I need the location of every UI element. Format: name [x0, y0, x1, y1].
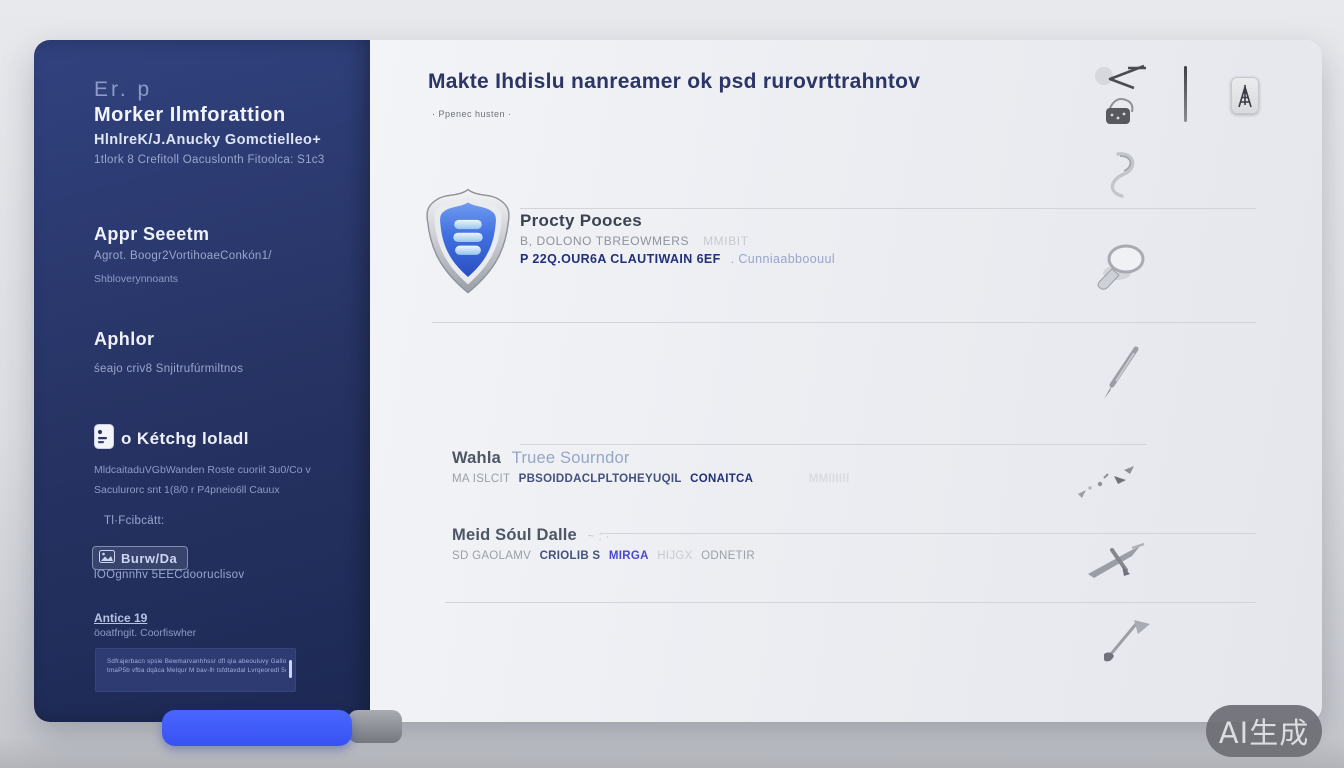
sidebar-section-ketch: o Kétchg loladl — [94, 424, 249, 454]
row2-sub-c: CONAITCA — [690, 473, 753, 485]
ketch-line1: MldcaitaduVGbWanden Roste cuoriit 3u0/Co… — [94, 464, 311, 476]
card1-line2-faint: MMIBIT — [703, 234, 749, 248]
satchel-icon[interactable] — [1102, 94, 1140, 133]
row2-title-light: Truee Sourndor — [512, 449, 630, 467]
card1-line3-strong: P 22Q.OUR6A CLAUTIWAIN 6EF — [520, 252, 721, 266]
ketch-line2: Saculurorc snt 1(8/0 r P4pneio6ll Cauux — [94, 484, 280, 496]
app-system-line2: Shbloverynnoants — [94, 273, 178, 285]
notice-scrollbar[interactable] — [289, 660, 292, 678]
row2-sub-a: MA ISLCIT — [452, 473, 510, 485]
ketch-heading: o Kétchg loladl — [121, 429, 249, 449]
antice-caption: öoatfngit. Coorfiswher — [94, 627, 196, 639]
antice-link[interactable]: Antice 19 — [94, 611, 147, 625]
tools-icon[interactable] — [1082, 536, 1152, 589]
row2-sub-b: PBSOIDDACLPLTOHEYUQIL — [519, 473, 682, 485]
row3-sub-b: CRIOLIB S — [540, 550, 601, 562]
burw-badge-label: Burw/Da — [121, 551, 177, 566]
row2-title: Wahla Truee Sourndor — [452, 449, 630, 468]
row3-sub-c: MIRGA — [609, 550, 649, 562]
row3-subline: SD GAOLAMV CRIOLIB S MIRGA HIJGX ODNETIR — [452, 550, 755, 562]
swirl-icon — [1096, 150, 1144, 205]
document-icon — [94, 424, 114, 454]
card1-line2: B, DOLONO TBREOWMERS MMIBIT — [520, 234, 749, 248]
row3-title: Meid Sóul Dalle ~ : · — [452, 526, 610, 545]
card1-line3-light: . Cunniaabboouul — [731, 252, 835, 266]
card1-title: Procty Pooces — [520, 211, 642, 231]
page-subtitle: · Ppenec husten · — [432, 109, 512, 119]
app-window: Er. p Morker Ilmforattion HlnlreK/J.Anuc… — [34, 40, 1322, 722]
scatter-icon — [1070, 462, 1142, 517]
sidebar-tagline: 1tlork 8 Crefitoll Oacuslonth Fitoolca: … — [94, 154, 325, 166]
card1-top-divider — [520, 208, 1256, 209]
divider-bar — [1184, 66, 1187, 122]
burw-badge-button[interactable]: Burw/Da — [92, 546, 188, 570]
notice-line: tmaP5b vfba dqâca Melqur M bav-lh tsfdta… — [107, 667, 286, 676]
pen-icon[interactable] — [1096, 345, 1144, 408]
card1-line3: P 22Q.OUR6A CLAUTIWAIN 6EF . Cunniaabboo… — [520, 252, 835, 266]
image-icon — [99, 550, 115, 566]
row3-title-suffix: ~ : · — [588, 529, 610, 543]
notice-line: Sdfrajerbacn spsle Bewmarvanhhssr dfl qi… — [107, 658, 286, 667]
ketch-line3: Tl·Fcibcätt: — [104, 515, 164, 527]
sidebar-section-app-system: Appr Seeetm — [94, 224, 209, 245]
primary-action-button[interactable] — [162, 710, 352, 746]
row2-subline: MA ISLCIT PBSOIDDACLPLTOHEYUQIL CONAITCA… — [452, 473, 849, 485]
magnifier-icon[interactable] — [1092, 243, 1150, 304]
sidebar-section-aphlor: Aphlor — [94, 329, 154, 350]
aphlor-line1: śeajo criv8 Snjitrufúrmiltnos — [94, 363, 243, 375]
row3-title-main: Meid Sóul Dalle — [452, 526, 577, 544]
row2-top-divider — [520, 444, 1147, 445]
tower-badge-icon[interactable] — [1231, 77, 1259, 114]
section-divider-1 — [432, 322, 1256, 323]
section-divider-3 — [445, 602, 1256, 603]
notice-box: Sdfrajerbacn spsle Bewmarvanhhssr dfl qi… — [95, 648, 296, 692]
app-logo: Er. p — [94, 78, 152, 102]
row2-sub-ghost: MMIIIIII — [809, 473, 850, 485]
ai-watermark: AI生成 — [1206, 705, 1322, 757]
row3-sub-a: SD GAOLAMV — [452, 550, 531, 562]
screen: Er. p Morker Ilmforattion HlnlreK/J.Anuc… — [0, 0, 1344, 768]
shield-icon — [422, 187, 514, 302]
row3-sub-d: HIJGX — [657, 550, 692, 562]
flag-icon[interactable] — [1096, 610, 1152, 671]
sidebar: Er. p Morker Ilmforattion HlnlreK/J.Anuc… — [34, 40, 370, 722]
secondary-chip — [348, 710, 402, 743]
sidebar-subtitle: HlnlreK/J.Anucky Gomctielleo+ — [94, 132, 321, 148]
row2-title-main: Wahla — [452, 449, 501, 467]
burw-caption: lOOgnnhv 5EECdooruclisov — [94, 569, 244, 581]
sidebar-title: Morker Ilmforattion — [94, 104, 286, 127]
app-system-line1: Agrot. Boogr2VortihoaeConkón1/ — [94, 250, 272, 262]
page-title: Makte Ihdislu nanreamer ok psd rurovrttr… — [428, 70, 920, 94]
card1-line2-main: B, DOLONO TBREOWMERS — [520, 234, 689, 248]
row3-heading-rule — [600, 533, 1256, 534]
row3-sub-e: ODNETIR — [701, 550, 755, 562]
